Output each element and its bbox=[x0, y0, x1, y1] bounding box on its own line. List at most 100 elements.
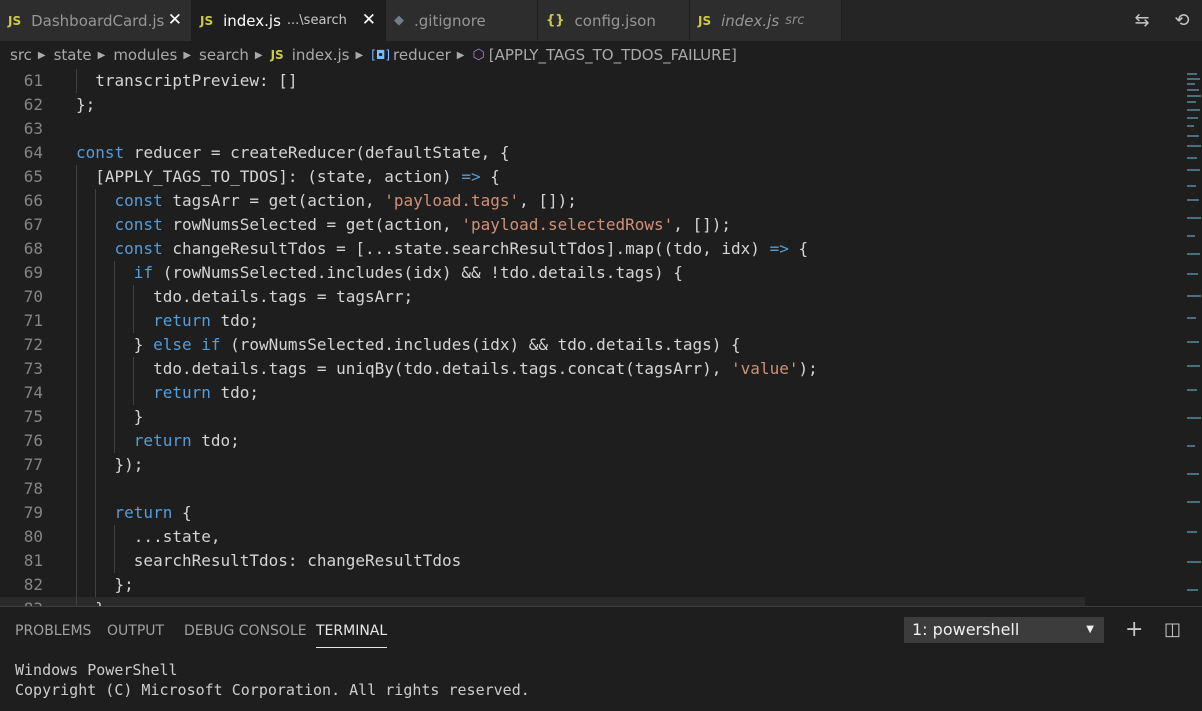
chevron-down-icon: ▼ bbox=[1086, 624, 1094, 635]
add-terminal-icon[interactable]: + bbox=[1125, 617, 1143, 643]
breadcrumb-symbol[interactable]: [APPLY_TAGS_TO_TDOS_FAILURE] bbox=[489, 46, 737, 64]
terminal-line: Copyright (C) Microsoft Corporation. All… bbox=[15, 681, 530, 699]
line-number: 73 bbox=[23, 359, 43, 378]
code-line: 82 }; bbox=[0, 573, 1085, 597]
tab-output[interactable]: OUTPUT bbox=[107, 623, 164, 639]
line-number: 61 bbox=[23, 71, 43, 90]
line-number: 67 bbox=[23, 215, 43, 234]
code-line: 66 const tagsArr = get(action, 'payload.… bbox=[0, 189, 1085, 213]
tab-index-search[interactable]: JS index.js ...\search ✕ bbox=[192, 0, 386, 41]
line-number: 65 bbox=[23, 167, 43, 186]
chevron-right-icon: ▶ bbox=[97, 49, 106, 61]
code-text: return tdo; bbox=[133, 431, 240, 450]
tab-problems[interactable]: PROBLEMS bbox=[15, 623, 91, 639]
code-text: return tdo; bbox=[153, 383, 260, 402]
code-text: }; bbox=[76, 575, 134, 594]
line-number: 80 bbox=[23, 527, 43, 546]
breadcrumb-symbol[interactable]: reducer bbox=[393, 46, 451, 64]
code-line: 71 return tdo; bbox=[0, 309, 1085, 333]
javascript-file-icon: JS bbox=[698, 13, 712, 28]
line-number: 75 bbox=[23, 407, 43, 426]
breadcrumb-item[interactable]: state bbox=[54, 46, 92, 64]
tab-index-src[interactable]: JS index.js src bbox=[690, 0, 842, 41]
line-number: 83 bbox=[0, 597, 43, 606]
code-line: 63 bbox=[0, 117, 1085, 141]
tab-debug-console[interactable]: DEBUG CONSOLE bbox=[184, 623, 307, 639]
line-number: 81 bbox=[23, 551, 43, 570]
tab-dashboardcard[interactable]: JS DashboardCard.js ✕ bbox=[0, 0, 192, 41]
chevron-right-icon: ▶ bbox=[456, 49, 465, 61]
close-icon[interactable]: ✕ bbox=[362, 10, 376, 30]
line-number: 70 bbox=[23, 287, 43, 306]
code-line: 73 tdo.details.tags = uniqBy(tdo.details… bbox=[0, 357, 1085, 381]
chevron-right-icon: ▶ bbox=[254, 49, 263, 61]
javascript-file-icon: JS bbox=[200, 13, 214, 28]
code-text: ...state, bbox=[76, 527, 221, 546]
tab-label: .gitignore bbox=[414, 11, 486, 30]
code-text: tdo.details.tags = tagsArr; bbox=[76, 287, 414, 306]
code-line: 76 return tdo; bbox=[0, 429, 1085, 453]
breadcrumb-item[interactable]: src bbox=[10, 46, 32, 64]
split-terminal-icon[interactable]: ◫ bbox=[1164, 617, 1181, 643]
json-file-icon: {} bbox=[546, 13, 565, 28]
code-line: 69 if (rowNumsSelected.includes(idx) && … bbox=[0, 261, 1085, 285]
chevron-right-icon: ▶ bbox=[355, 49, 364, 61]
code-line: 67 const rowNumsSelected = get(action, '… bbox=[0, 213, 1085, 237]
code-text: } bbox=[76, 407, 144, 426]
chevron-right-icon: ▶ bbox=[37, 49, 46, 61]
tab-label: index.js bbox=[223, 11, 281, 30]
code-text: const tagsArr = get(action, 'payload.tag… bbox=[114, 191, 577, 210]
line-number: 77 bbox=[23, 455, 43, 474]
javascript-file-icon: JS bbox=[270, 48, 284, 62]
line-number: 82 bbox=[23, 575, 43, 594]
tab-label: DashboardCard.js bbox=[31, 11, 165, 30]
open-changes-icon[interactable]: ⇆ bbox=[1122, 10, 1162, 31]
line-number: 71 bbox=[23, 311, 43, 330]
terminal-line: Windows PowerShell bbox=[15, 661, 178, 679]
code-line: 64 const reducer = createReducer(defaultS… bbox=[0, 141, 1085, 165]
code-text: const changeResultTdos = [...state.searc… bbox=[114, 239, 809, 258]
code-line: 68 const changeResultTdos = [...state.se… bbox=[0, 237, 1085, 261]
code-line: 77 }); bbox=[0, 453, 1085, 477]
line-number: 68 bbox=[23, 239, 43, 258]
breadcrumb-item[interactable]: modules bbox=[113, 46, 177, 64]
tab-config-json[interactable]: {} config.json bbox=[538, 0, 690, 41]
javascript-file-icon: JS bbox=[8, 13, 22, 28]
code-line: 75 } bbox=[0, 405, 1085, 429]
chevron-right-icon: ▶ bbox=[183, 49, 192, 61]
breadcrumb-item[interactable]: search bbox=[199, 46, 249, 64]
code-editor[interactable]: 61 transcriptPreview: [] 62}; 63 64 const… bbox=[0, 69, 1202, 606]
code-text: tdo.details.tags = uniqBy(tdo.details.ta… bbox=[76, 359, 818, 378]
terminal-select-value: 1: powershell bbox=[912, 620, 1020, 639]
line-number: 62 bbox=[23, 95, 43, 114]
code-text: if (rowNumsSelected.includes(idx) && !td… bbox=[133, 263, 683, 282]
code-text: } else if (rowNumsSelected.includes(idx)… bbox=[76, 335, 741, 354]
code-line: 70 tdo.details.tags = tagsArr; bbox=[0, 285, 1085, 309]
code-text: const reducer = createReducer(defaultSta… bbox=[76, 143, 510, 162]
code-text: [APPLY_TAGS_TO_TDOS]: (state, action) =>… bbox=[76, 167, 500, 186]
code-line: 74 return tdo; bbox=[0, 381, 1085, 405]
code-text: }); bbox=[76, 455, 144, 474]
line-number: 69 bbox=[23, 263, 43, 282]
code-line: 83 }, bbox=[0, 597, 1085, 606]
go-back-icon[interactable]: ⟲ bbox=[1162, 10, 1202, 31]
code-text: searchResultTdos: changeResultTdos bbox=[76, 551, 462, 570]
tab-gitignore[interactable]: ◆ .gitignore bbox=[386, 0, 538, 41]
line-number: 78 bbox=[23, 479, 43, 498]
breadcrumb: src ▶ state ▶ modules ▶ search ▶ JS inde… bbox=[0, 41, 1202, 69]
code-line: 61 transcriptPreview: [] bbox=[0, 69, 1085, 93]
bottom-panel: PROBLEMS OUTPUT DEBUG CONSOLE TERMINAL 1… bbox=[0, 606, 1202, 711]
line-number: 66 bbox=[23, 191, 43, 210]
tab-label: config.json bbox=[574, 11, 656, 30]
editor-actions: ⇆ ⟲ bbox=[1122, 0, 1202, 41]
code-text: return tdo; bbox=[153, 311, 260, 330]
minimap[interactable] bbox=[1186, 69, 1202, 606]
tab-terminal[interactable]: TERMINAL bbox=[316, 623, 388, 648]
code-text: transcriptPreview: [] bbox=[76, 71, 298, 90]
variable-symbol-icon: [◘] bbox=[371, 48, 391, 62]
tab-path-hint: ...\search bbox=[286, 13, 347, 28]
breadcrumb-file[interactable]: index.js bbox=[292, 46, 350, 64]
tab-label: index.js bbox=[721, 11, 780, 30]
terminal-select[interactable]: 1: powershell ▼ bbox=[904, 617, 1104, 643]
close-icon[interactable]: ✕ bbox=[168, 10, 182, 30]
